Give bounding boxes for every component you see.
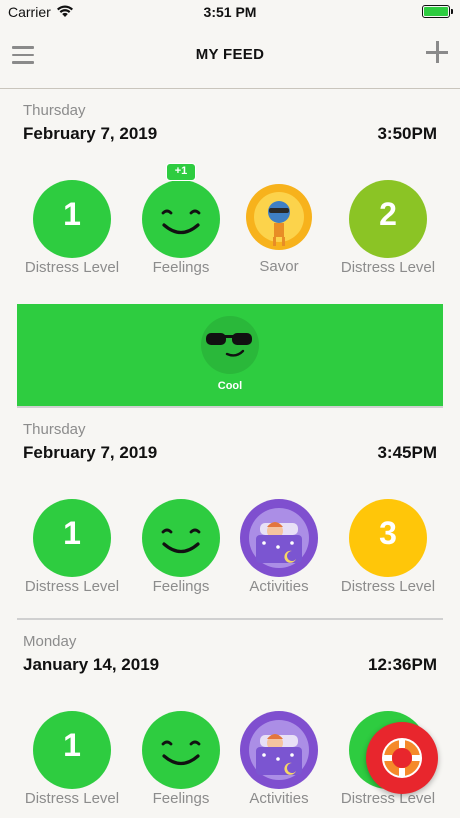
help-fab-button[interactable] xyxy=(366,722,438,794)
distress-level-circle: 2 xyxy=(349,180,427,258)
smiley-icon xyxy=(142,711,220,789)
count-badge: +1 xyxy=(166,163,196,181)
activities-sleep-icon xyxy=(240,499,318,577)
item-label: Distress Level xyxy=(340,578,436,595)
lifebuoy-icon xyxy=(382,738,422,778)
divider xyxy=(17,406,443,408)
divider xyxy=(17,618,443,620)
activities-sleep-icon xyxy=(240,711,318,789)
distress-level-item[interactable]: 2 Distress Level xyxy=(332,180,444,276)
entry-day: Thursday xyxy=(23,102,86,119)
item-label: Distress Level xyxy=(340,259,436,276)
feelings-item[interactable]: Feelings xyxy=(125,499,237,595)
feeling-detail-panel[interactable]: Cool xyxy=(17,304,443,406)
cool-emoji-icon xyxy=(201,316,259,374)
item-label: Feelings xyxy=(152,578,210,595)
entry-day: Thursday xyxy=(23,421,86,438)
status-bar: Carrier 3:51 PM xyxy=(0,0,460,26)
feelings-item[interactable]: Feelings xyxy=(125,711,237,807)
item-label: Distress Level xyxy=(24,790,120,807)
page-title: MY FEED xyxy=(195,46,265,63)
feed[interactable]: Thursday February 7, 2019 3:50PM 1 Distr… xyxy=(0,90,460,818)
entry-time: 12:36PM xyxy=(368,655,437,674)
savor-sun-icon xyxy=(246,184,312,250)
distress-level-item[interactable]: 3 Distress Level xyxy=(332,499,444,595)
battery-icon xyxy=(422,5,453,18)
distress-level-item[interactable]: 1 Distress Level xyxy=(16,180,128,276)
add-entry-button[interactable] xyxy=(426,41,448,63)
entry-date: February 7, 2019 xyxy=(23,443,158,462)
item-label: Feelings xyxy=(152,790,210,807)
activities-item[interactable]: Activities xyxy=(223,711,335,807)
entry-date: February 7, 2019 xyxy=(23,124,158,143)
item-label: Activities xyxy=(249,790,309,807)
feelings-item[interactable]: +1 Feelings xyxy=(125,163,237,276)
distress-level-circle: 1 xyxy=(33,711,111,789)
smiley-icon: +1 xyxy=(142,163,220,258)
distress-level-circle: 1 xyxy=(33,180,111,258)
distress-level-item[interactable]: 1 Distress Level xyxy=(16,499,128,595)
feeling-caption: Cool xyxy=(217,380,243,392)
entry-day: Monday xyxy=(23,633,77,650)
savor-item[interactable]: Savor xyxy=(223,180,335,275)
distress-level-item[interactable]: 1 Distress Level xyxy=(16,711,128,807)
item-label: Activities xyxy=(249,578,309,595)
activities-item[interactable]: Activities xyxy=(223,499,335,595)
distress-level-circle: 3 xyxy=(349,499,427,577)
smiley-icon xyxy=(142,499,220,577)
entry-time: 3:50PM xyxy=(377,124,437,143)
item-label: Distress Level xyxy=(24,578,120,595)
entry-time: 3:45PM xyxy=(377,443,437,462)
item-label: Distress Level xyxy=(24,259,120,276)
entry-date: January 14, 2019 xyxy=(23,655,160,674)
item-label: Savor xyxy=(259,258,299,275)
clock: 3:51 PM xyxy=(203,4,257,20)
nav-bar: MY FEED xyxy=(0,26,460,89)
distress-level-circle: 1 xyxy=(33,499,111,577)
item-label: Feelings xyxy=(152,259,210,276)
